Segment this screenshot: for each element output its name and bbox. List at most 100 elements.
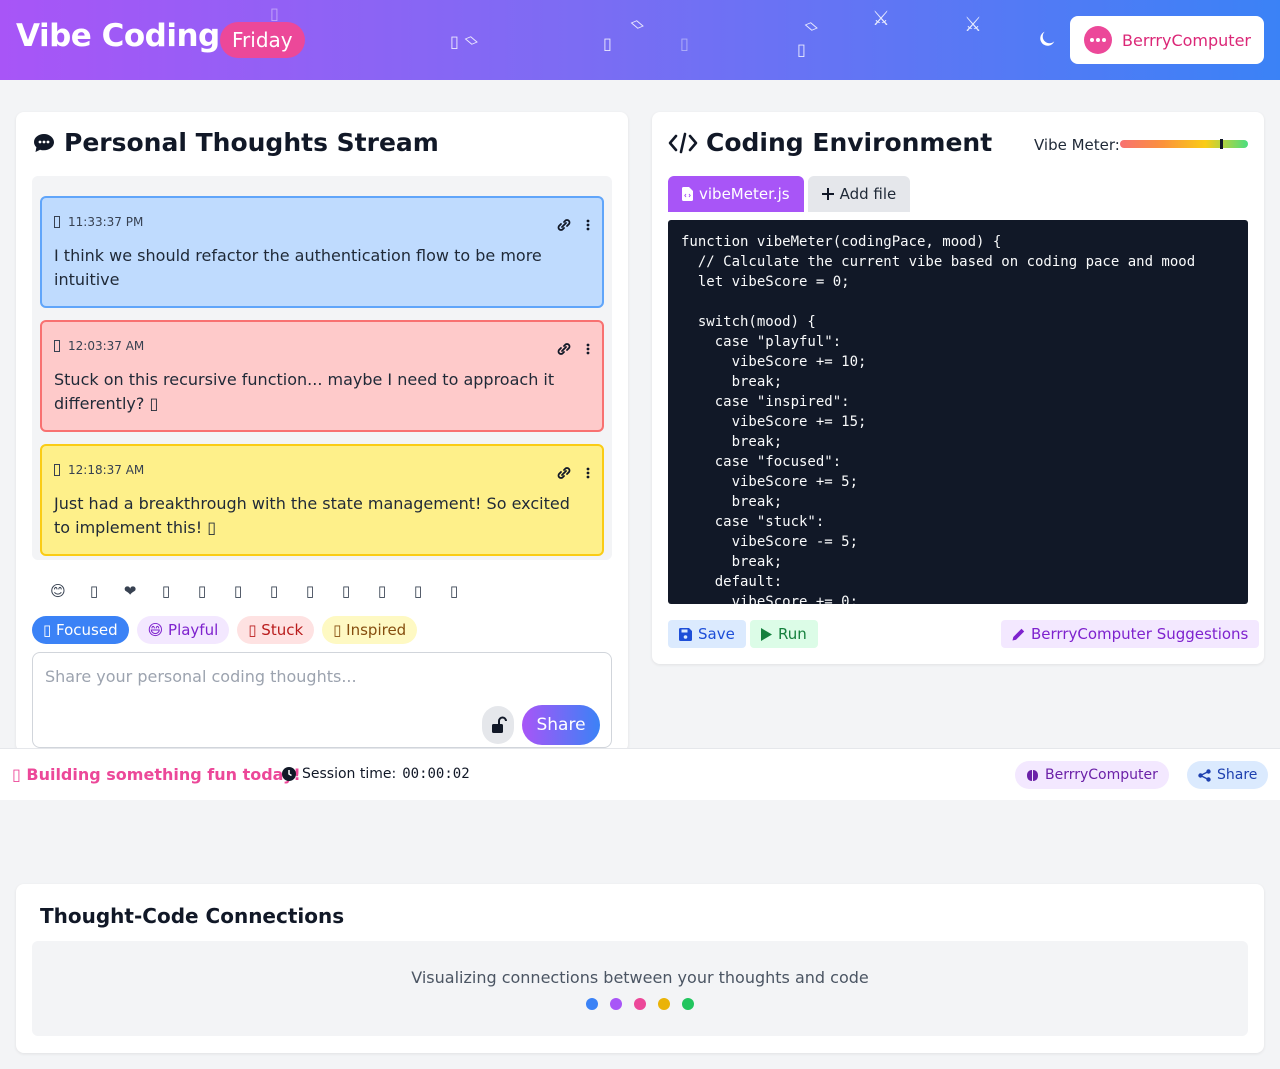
- session-timer: Session time: 00:00:02: [282, 766, 470, 782]
- connection-dot: [586, 998, 598, 1010]
- emoji-button[interactable]: ▯: [400, 582, 436, 600]
- connection-dot: [634, 998, 646, 1010]
- run-label: Run: [778, 625, 807, 643]
- berrry-computer-button[interactable]: BerrryComputer: [1015, 761, 1169, 789]
- more-options-icon[interactable]: [586, 343, 590, 355]
- clock-icon: [282, 767, 296, 781]
- session-label: Session time:: [302, 766, 397, 782]
- thought-card[interactable]: 11:33:37 PM I think we should refactor t…: [40, 196, 604, 308]
- brand-title: Vibe Coding: [16, 18, 220, 54]
- tab-label: Add file: [839, 185, 897, 203]
- moon-icon[interactable]: [1036, 28, 1058, 50]
- session-time: 00:00:02: [402, 766, 470, 782]
- mood-icon: [54, 464, 60, 476]
- emoji-button[interactable]: ▯: [220, 582, 256, 600]
- thought-actions: [556, 218, 590, 232]
- avatar: [1084, 26, 1112, 54]
- thought-meta: 12:03:37 AM: [54, 336, 590, 356]
- pencil-icon: [1012, 628, 1025, 640]
- day-badge: Friday: [220, 22, 305, 58]
- floating-code-icon: ▯: [797, 40, 806, 59]
- more-options-icon[interactable]: [586, 219, 590, 231]
- floating-pencil-icon: ▱: [461, 28, 483, 51]
- more-options-icon[interactable]: [586, 467, 590, 479]
- privacy-toggle-button[interactable]: [482, 706, 514, 744]
- add-file-button[interactable]: Add file: [807, 176, 911, 212]
- coding-title-row: Coding Environment: [668, 128, 992, 157]
- save-button[interactable]: Save: [668, 620, 746, 648]
- mood-stuck-button[interactable]: ▯ Stuck: [237, 616, 315, 644]
- file-code-icon: [682, 187, 693, 201]
- app-header: Vibe Coding Friday ▯ ▯ ▱ ▯ ▱ ▯ ▯ ▱ ⚔ ⚔ B…: [0, 0, 1280, 80]
- suggestions-label: BerrryComputer Suggestions: [1031, 625, 1249, 643]
- emoji-picker: 😊 ▯ ❤ ▯ ▯ ▯ ▯ ▯ ▯ ▯ ▯ ▯: [40, 582, 472, 600]
- emoji-button[interactable]: ▯: [292, 582, 328, 600]
- emoji-button[interactable]: ▯: [436, 582, 472, 600]
- thoughts-list: 11:33:37 PM I think we should refactor t…: [32, 176, 612, 560]
- connection-dot: [682, 998, 694, 1010]
- status-bar: ▯ Building something fun today! Session …: [0, 748, 1280, 800]
- brain-icon: [1027, 769, 1038, 781]
- thought-card[interactable]: 12:18:37 AM Just had a breakthrough with…: [40, 444, 604, 556]
- floating-code-icon: ▯: [680, 34, 689, 53]
- play-icon: [761, 627, 772, 641]
- mood-inspired-button[interactable]: ▯ Inspired: [322, 616, 418, 644]
- emoji-button[interactable]: ▯: [184, 582, 220, 600]
- link-icon[interactable]: [556, 218, 572, 232]
- thoughts-title-row: Personal Thoughts Stream: [32, 128, 439, 157]
- share-session-button[interactable]: Share: [1187, 761, 1269, 789]
- vibe-meter-marker: [1219, 139, 1223, 149]
- thought-card[interactable]: 12:03:37 AM Stuck on this recursive func…: [40, 320, 604, 432]
- loading-dots: [586, 998, 694, 1010]
- floating-swords-icon: ⚔: [964, 12, 982, 36]
- suggestions-button[interactable]: BerrryComputer Suggestions: [1001, 620, 1260, 648]
- emoji-button[interactable]: ▯: [76, 582, 112, 600]
- floating-code-icon: ▯: [603, 34, 612, 53]
- user-name: BerrryComputer: [1122, 30, 1251, 50]
- connections-text: Visualizing connections between your tho…: [411, 968, 869, 987]
- thought-actions: [556, 466, 590, 480]
- connection-dot: [610, 998, 622, 1010]
- unlock-icon: [492, 716, 507, 733]
- connections-title: Thought-Code Connections: [40, 904, 345, 928]
- coding-panel: Coding Environment Vibe Meter: vibeMeter…: [652, 112, 1264, 664]
- emoji-button[interactable]: ▯: [148, 582, 184, 600]
- thought-actions: [556, 342, 590, 356]
- share-icon: [1198, 768, 1211, 782]
- thought-text: I think we should refactor the authentic…: [54, 246, 542, 289]
- panel-title: Coding Environment: [706, 128, 993, 157]
- emoji-button[interactable]: 😊: [40, 582, 76, 600]
- thought-text: Stuck on this recursive function... mayb…: [54, 370, 555, 413]
- floating-swords-icon: ⚔: [872, 6, 890, 30]
- thought-time: 12:18:37 AM: [68, 463, 145, 477]
- link-icon[interactable]: [556, 342, 572, 356]
- mood-playful-button[interactable]: 😄 Playful: [136, 616, 230, 644]
- emoji-button[interactable]: ▯: [328, 582, 364, 600]
- code-editor[interactable]: function vibeMeter(codingPace, mood) { /…: [668, 220, 1248, 604]
- tab-vibemeter-js[interactable]: vibeMeter.js: [668, 176, 804, 212]
- link-icon[interactable]: [556, 466, 572, 480]
- thought-meta: 11:33:37 PM: [54, 212, 590, 232]
- share-thought-button[interactable]: Share: [522, 705, 600, 745]
- run-button[interactable]: Run: [750, 620, 818, 648]
- connection-dot: [658, 998, 670, 1010]
- comment-icon: [34, 133, 54, 152]
- vibe-meter: [1120, 139, 1248, 149]
- save-label: Save: [698, 625, 735, 643]
- panel-title: Personal Thoughts Stream: [64, 128, 439, 157]
- emoji-button[interactable]: ❤: [112, 582, 148, 600]
- thought-text: Just had a breakthrough with the state m…: [54, 494, 570, 537]
- mood-focused-button[interactable]: ▯ Focused: [32, 616, 129, 644]
- thoughts-panel: Personal Thoughts Stream 11:33:37 PM I t…: [16, 112, 628, 752]
- connections-visualization: Visualizing connections between your tho…: [32, 941, 1248, 1036]
- emoji-button[interactable]: ▯: [364, 582, 400, 600]
- mood-selector: ▯ Focused 😄 Playful ▯ Stuck ▯ Inspired: [32, 616, 418, 644]
- floating-pencil-icon: ▱: [801, 14, 823, 37]
- mood-icon: [54, 340, 60, 352]
- save-icon: [679, 627, 692, 641]
- connections-panel: Thought-Code Connections Visualizing con…: [16, 884, 1264, 1053]
- emoji-button[interactable]: ▯: [256, 582, 292, 600]
- plus-icon: [821, 188, 834, 200]
- thought-time: 12:03:37 AM: [68, 339, 145, 353]
- user-button[interactable]: BerrryComputer: [1070, 16, 1264, 64]
